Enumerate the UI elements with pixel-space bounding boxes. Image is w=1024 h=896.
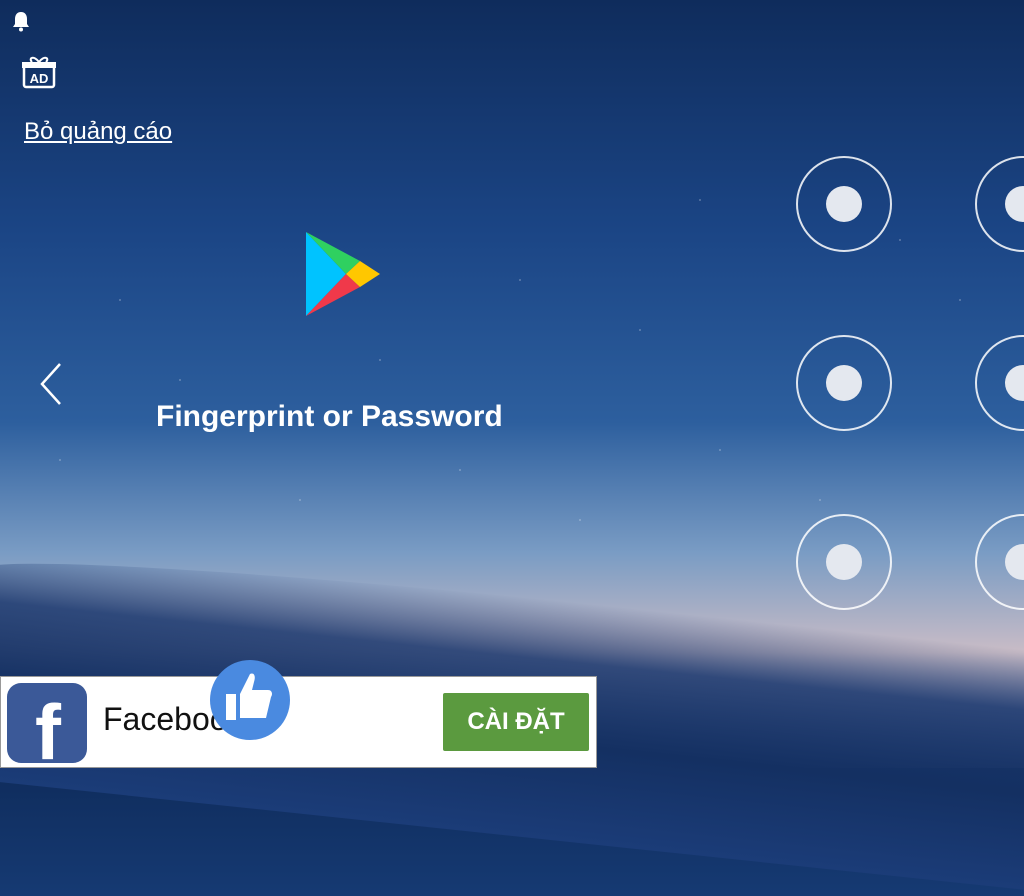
pattern-dot-2[interactable] [975, 156, 1024, 252]
pattern-dot-1[interactable] [796, 156, 892, 252]
pattern-dot-4[interactable] [796, 335, 892, 431]
gift-ad-icon[interactable]: AD [22, 55, 56, 89]
bell-icon[interactable] [11, 10, 31, 32]
pattern-dot-5[interactable] [975, 335, 1024, 431]
gift-badge-text: AD [30, 71, 49, 86]
remove-ads-link[interactable]: Bỏ quảng cáo [24, 118, 172, 146]
install-button[interactable]: CÀI ĐẶT [443, 693, 589, 751]
pattern-dot-7[interactable] [796, 514, 892, 610]
pattern-dot-8[interactable] [975, 514, 1024, 610]
unlock-prompt: Fingerprint or Password [156, 400, 503, 433]
thumbs-up-icon [210, 660, 290, 740]
ad-banner[interactable]: f Facebook CÀI ĐẶT [0, 676, 597, 768]
chevron-left-icon[interactable] [38, 362, 64, 406]
google-play-icon [302, 230, 382, 318]
facebook-logo-icon[interactable]: f [7, 683, 87, 763]
